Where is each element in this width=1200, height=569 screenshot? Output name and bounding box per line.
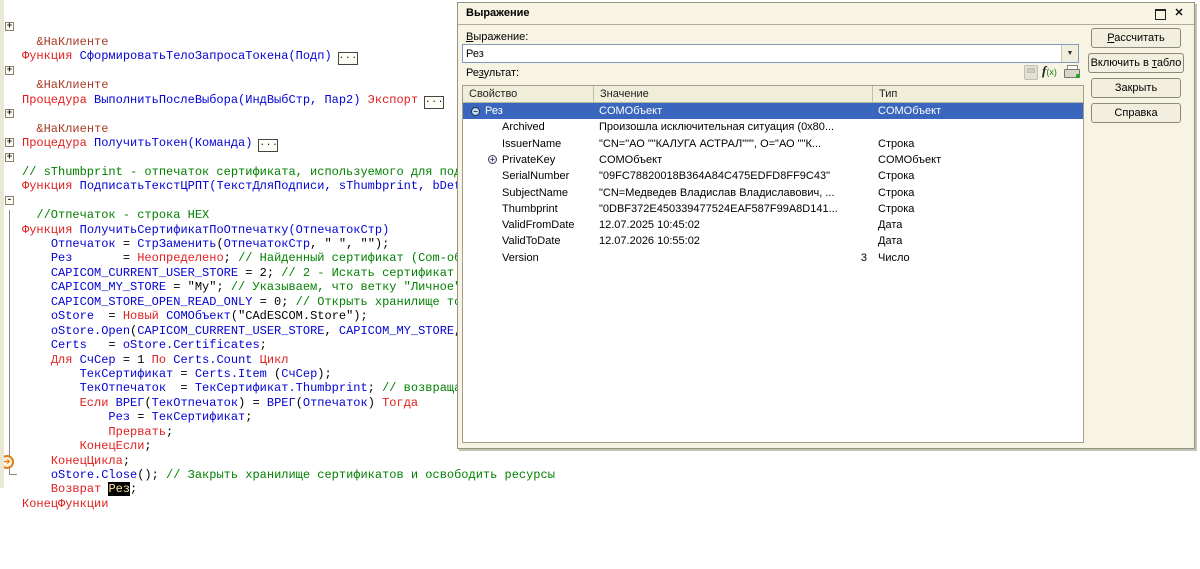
property-value: "09FC78820018B364A84C475EDFD8FF9C43" <box>599 168 867 184</box>
fold-expand-icon[interactable]: + <box>5 66 14 75</box>
calculate-button[interactable]: Рассчитать <box>1091 28 1181 48</box>
formula-icon-x: (x) <box>1046 67 1057 77</box>
collapse-node-icon[interactable]: − <box>471 107 480 116</box>
property-value: COMОбъект <box>599 152 867 168</box>
property-type: Строка <box>878 136 1078 152</box>
table-row[interactable]: ValidToDate 12.07.2026 10:55:02 Дата <box>463 233 1083 249</box>
property-type: Дата <box>878 217 1078 233</box>
column-header-property[interactable]: Свойство <box>463 86 594 103</box>
property-type <box>878 119 1078 135</box>
property-value: Произошла исключительная ситуация (0x80.… <box>599 119 867 135</box>
result-label: Результат: <box>466 67 519 79</box>
include-in-watch-button[interactable]: Включить в табло <box>1088 53 1184 73</box>
result-table: Свойство Значение Тип −Рез COMОбъект COMОб… <box>462 85 1084 443</box>
maximize-icon[interactable] <box>1155 9 1166 20</box>
expand-node-icon[interactable]: + <box>488 155 497 164</box>
table-row[interactable]: + PrivateKey COMОбъект COMОбъект <box>463 152 1083 168</box>
expression-dialog: Выражение ✕ Выражение: ▼ Результат: f(x)… <box>457 2 1195 449</box>
property-type: Число <box>878 250 1078 266</box>
dialog-titlebar[interactable]: Выражение ✕ <box>458 3 1194 25</box>
expression-combobox: ▼ <box>462 44 1079 63</box>
property-name: ValidFromDate <box>502 217 594 233</box>
property-name: Version <box>502 250 594 266</box>
property-value: 12.07.2025 10:45:02 <box>599 217 867 233</box>
column-header-value[interactable]: Значение <box>594 86 873 103</box>
property-value: COMОбъект <box>599 103 867 119</box>
dialog-title: Выражение <box>466 7 529 19</box>
table-row[interactable]: Thumbprint "0DBF372E450339477524EAF587F99… <box>463 201 1083 217</box>
fold-expand-icon[interactable]: + <box>5 153 14 162</box>
table-row[interactable]: Archived Произошла исключительная ситуаци… <box>463 119 1083 135</box>
property-name: Рез <box>485 103 594 119</box>
property-type: Строка <box>878 168 1078 184</box>
chevron-down-icon[interactable]: ▼ <box>1061 45 1078 62</box>
property-type: COMОбъект <box>878 152 1078 168</box>
property-name: PrivateKey <box>502 152 594 168</box>
property-name: IssuerName <box>502 136 594 152</box>
fold-expand-icon[interactable]: + <box>5 22 14 31</box>
code-line: КонецЦикла; <box>22 454 1200 468</box>
property-name: SubjectName <box>502 185 594 201</box>
close-icon[interactable]: ✕ <box>1172 6 1186 20</box>
property-value: 3 <box>599 250 867 266</box>
print-icon[interactable] <box>1064 65 1080 78</box>
help-button[interactable]: Справка <box>1091 103 1181 123</box>
collapsed-code-button[interactable]: ... <box>258 139 278 152</box>
formula-icon[interactable]: f(x) <box>1042 63 1064 78</box>
editor-left-margin <box>0 0 4 488</box>
table-row[interactable]: −Рез COMОбъект COMОбъект <box>463 103 1083 119</box>
fold-collapse-icon[interactable]: - <box>5 196 14 205</box>
print-icon-dot <box>1076 74 1080 78</box>
property-name: Archived <box>502 119 594 135</box>
property-value: "CN="АО ""КАЛУГА АСТРАЛ""", О="АО ""К... <box>599 136 867 152</box>
table-row[interactable]: IssuerName "CN="АО ""КАЛУГА АСТРАЛ""", О=… <box>463 136 1083 152</box>
fold-guide-corner <box>9 474 17 475</box>
property-type: Строка <box>878 201 1078 217</box>
expression-label: Выражение: <box>466 31 528 43</box>
collapsed-code-button[interactable]: ... <box>338 52 358 65</box>
property-type: Дата <box>878 233 1078 249</box>
copy-icon <box>1024 65 1038 80</box>
property-value: 12.07.2026 10:55:02 <box>599 233 867 249</box>
code-line: Возврат Рез; <box>22 482 1200 496</box>
property-type: COMОбъект <box>878 103 1078 119</box>
property-name: Thumbprint <box>502 201 594 217</box>
table-row[interactable]: Version 3 Число <box>463 250 1083 266</box>
code-line: КонецФункции <box>22 497 1200 511</box>
fold-expand-icon[interactable]: + <box>5 138 14 147</box>
property-name: SerialNumber <box>502 168 594 184</box>
collapsed-code-button[interactable]: ... <box>424 96 444 109</box>
table-row[interactable]: SerialNumber "09FC78820018B364A84C475EDFD… <box>463 168 1083 184</box>
table-row[interactable]: SubjectName "CN=Медведев Владислав Владис… <box>463 185 1083 201</box>
property-type: Строка <box>878 185 1078 201</box>
expression-input[interactable] <box>463 45 1061 62</box>
column-header-type[interactable]: Тип <box>873 86 1083 103</box>
table-row[interactable]: ValidFromDate 12.07.2025 10:45:02 Дата <box>463 217 1083 233</box>
close-button[interactable]: Закрыть <box>1091 78 1181 98</box>
property-value: "0DBF372E450339477524EAF587F99A8D141... <box>599 201 867 217</box>
property-value: "CN=Медведев Владислав Владиславович, ..… <box>599 185 867 201</box>
property-name: ValidToDate <box>502 233 594 249</box>
fold-expand-icon[interactable]: + <box>5 109 14 118</box>
fold-guide-line <box>9 210 10 475</box>
code-line: oStore.Close(); // Закрыть хранилище сер… <box>22 468 1200 482</box>
